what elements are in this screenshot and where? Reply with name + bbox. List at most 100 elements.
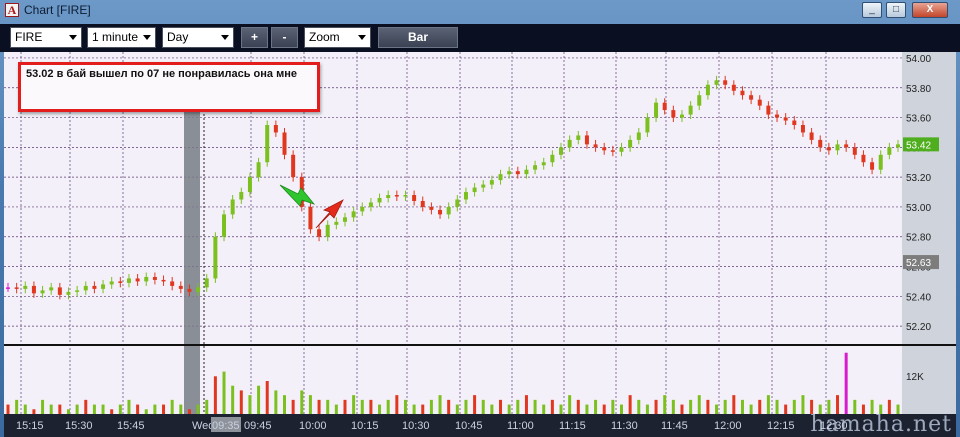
chart-window: A Chart [FIRE] _ □ X FIRE 1 minute Day +…	[0, 0, 960, 437]
candle-body	[213, 236, 218, 279]
volume-bar	[153, 404, 157, 414]
candle-body	[576, 135, 581, 140]
candle-body	[498, 174, 503, 181]
volume-bar	[369, 399, 373, 414]
candle-body	[861, 154, 866, 163]
candle-body	[161, 279, 166, 282]
candle-body	[196, 287, 201, 292]
candle-body	[818, 139, 823, 148]
candle-body	[386, 195, 391, 198]
candle-body	[654, 102, 659, 118]
candle-body	[533, 165, 538, 170]
candle-body	[308, 206, 313, 230]
volume-bar	[196, 404, 200, 414]
volume-bar	[179, 404, 183, 414]
volume-bar	[801, 395, 805, 414]
volume-bar	[429, 399, 433, 414]
volume-bar	[481, 399, 485, 414]
time-tick-label: 11:45	[661, 420, 688, 432]
zoom-out-button[interactable]: -	[271, 27, 298, 48]
volume-bar	[386, 399, 390, 414]
close-button[interactable]: X	[912, 2, 948, 18]
candle-body	[14, 287, 19, 289]
candle-body	[489, 180, 494, 185]
candle-body	[403, 195, 408, 197]
volume-bar	[680, 404, 684, 414]
zoom-in-button[interactable]: +	[241, 27, 268, 48]
candle-body	[705, 84, 710, 96]
candle-body	[394, 195, 399, 197]
price-tick-label: 52.80	[906, 233, 931, 244]
candle-body	[49, 287, 54, 291]
volume-bar	[602, 404, 606, 414]
volume-bar	[516, 399, 520, 414]
volume-bar	[6, 404, 10, 414]
volume-bar	[723, 399, 727, 414]
zoom-select[interactable]: Zoom	[304, 27, 371, 48]
candle-body	[83, 285, 88, 291]
symbol-select[interactable]: FIRE	[10, 27, 82, 48]
candle-body	[714, 80, 719, 85]
time-tick-label: 11:15	[559, 420, 586, 432]
volume-bar	[524, 395, 528, 414]
candle-body	[144, 276, 149, 282]
range-select[interactable]: Day	[162, 27, 234, 48]
volume-bar	[740, 399, 744, 414]
candle-body	[559, 147, 564, 155]
candle-body	[222, 214, 227, 237]
volume-bar	[628, 395, 632, 414]
volume-bar	[585, 404, 589, 414]
candle-body	[896, 144, 900, 148]
volume-tick-label: 12K	[906, 372, 924, 383]
candle-body	[291, 154, 296, 178]
candle-body	[118, 281, 123, 283]
volume-bar	[473, 395, 477, 414]
time-tick-label: 11:30	[611, 420, 638, 432]
time-tick-label: 09:35	[212, 420, 240, 432]
marker-price-label: 52.63	[906, 258, 931, 269]
candle-body	[325, 224, 330, 237]
volume-bar	[92, 404, 96, 414]
volume-bar	[533, 399, 537, 414]
volume-bar	[257, 385, 261, 414]
site-watermark: hamaha.net	[810, 412, 952, 437]
candle-body	[610, 150, 615, 152]
volume-bar	[412, 404, 416, 414]
volume-bar	[499, 399, 503, 414]
volume-bar	[490, 404, 494, 414]
candle-body	[628, 139, 633, 148]
candle-body	[541, 162, 546, 166]
volume-bar	[464, 399, 468, 414]
annotation-note[interactable]: 53.02 в бай вышел по 07 не понравилась о…	[18, 62, 320, 112]
volume-bar	[326, 399, 330, 414]
volume-bar	[594, 399, 598, 414]
volume-bar	[447, 399, 451, 414]
candle-body	[766, 105, 771, 115]
interval-select[interactable]: 1 minute	[87, 27, 156, 48]
candle-body	[757, 99, 762, 106]
candle-body	[870, 162, 875, 170]
minimize-button[interactable]: _	[862, 2, 882, 18]
volume-bar	[550, 399, 554, 414]
symbol-value: FIRE	[15, 30, 43, 44]
chevron-down-icon	[221, 35, 229, 40]
candle-body	[783, 117, 788, 121]
volume-bar	[231, 385, 235, 414]
candle-body	[524, 169, 529, 175]
volume-bar	[300, 390, 304, 414]
candle-body	[792, 120, 797, 125]
session-break-band	[184, 110, 200, 414]
title-bar[interactable]: A Chart [FIRE] _ □ X	[0, 0, 960, 22]
volume-bar	[360, 399, 364, 414]
volume-bar	[568, 395, 572, 414]
maximize-button[interactable]: □	[886, 2, 906, 18]
chevron-down-icon	[143, 35, 151, 40]
volume-bar	[213, 376, 217, 414]
time-tick-label: 15:30	[65, 420, 93, 432]
candle-body	[109, 281, 114, 285]
bar-type-button[interactable]: Bar	[378, 27, 458, 48]
price-chart[interactable]: 54.0053.8053.6053.4053.2053.0052.8052.60…	[4, 52, 956, 414]
volume-bar	[654, 399, 658, 414]
volume-bar	[844, 352, 848, 414]
volume-bar	[23, 404, 27, 414]
